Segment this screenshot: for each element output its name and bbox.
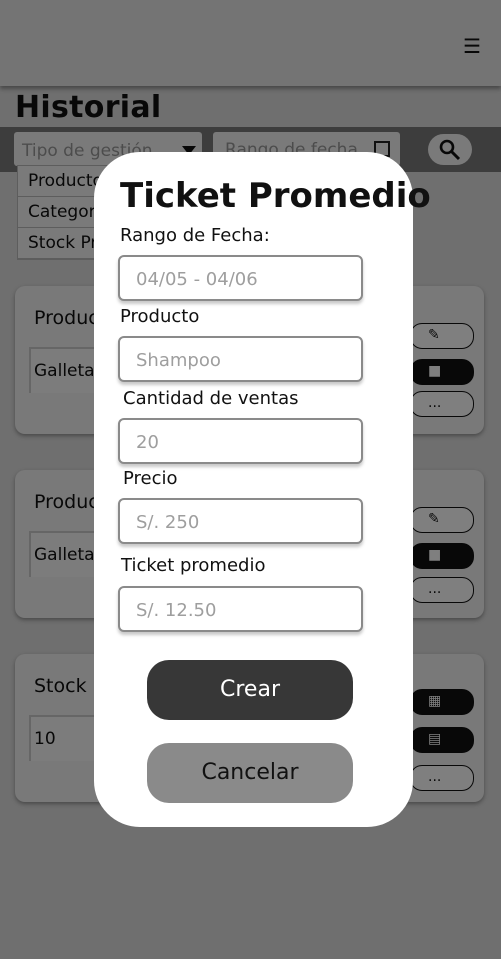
avg-ticket-label: Ticket promedio: [121, 555, 266, 576]
product-label: Producto: [120, 306, 200, 327]
price-placeholder: S/. 250: [136, 512, 200, 533]
app-background: ☰ Historial Tipo de gestión Rango de fec…: [0, 0, 501, 959]
product-field[interactable]: Shampoo: [118, 336, 363, 382]
sales-count-field[interactable]: 20: [118, 418, 363, 464]
sales-count-label: Cantidad de ventas: [123, 388, 299, 409]
cancel-button[interactable]: Cancelar: [147, 743, 353, 803]
date-range-field[interactable]: 04/05 - 04/06: [118, 255, 363, 301]
date-range-label: Rango de Fecha:: [120, 225, 270, 246]
sales-count-placeholder: 20: [136, 432, 159, 453]
modal-title: Ticket Promedio: [120, 176, 431, 216]
create-button[interactable]: Crear: [147, 660, 353, 720]
date-range-placeholder: 04/05 - 04/06: [136, 269, 258, 290]
avg-ticket-placeholder: S/. 12.50: [136, 600, 217, 621]
price-label: Precio: [123, 468, 178, 489]
avg-ticket-field[interactable]: S/. 12.50: [118, 586, 363, 632]
price-field[interactable]: S/. 250: [118, 498, 363, 544]
product-placeholder: Shampoo: [136, 350, 221, 371]
ticket-promedio-modal: Ticket Promedio Rango de Fecha: 04/05 - …: [94, 152, 431, 827]
